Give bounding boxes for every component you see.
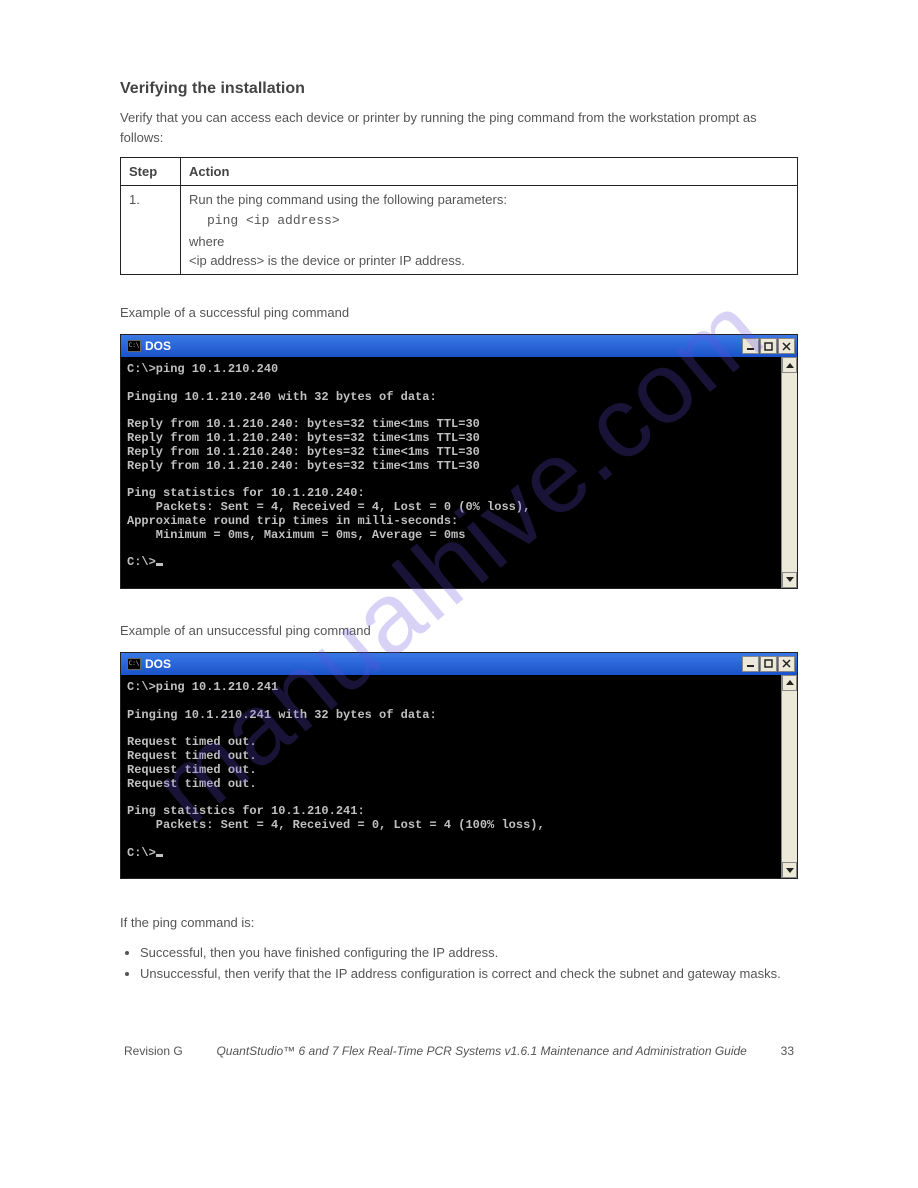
terminal-body: C:\>ping 10.1.210.241 Pinging 10.1.210.2… xyxy=(121,675,797,878)
window-title: DOS xyxy=(145,339,171,353)
minimize-button[interactable] xyxy=(742,656,759,672)
titlebar[interactable]: DOS xyxy=(121,653,797,675)
titlebar-buttons xyxy=(742,338,795,354)
list-item: Successful, then you have finished confi… xyxy=(140,943,798,964)
action-line-1: Run the ping command using the following… xyxy=(189,192,789,207)
titlebar-left: DOS xyxy=(123,339,171,353)
scroll-up-button[interactable] xyxy=(782,357,797,373)
action-line-2: <ip address> is the device or printer IP… xyxy=(189,253,789,268)
minimize-button[interactable] xyxy=(742,338,759,354)
vertical-scrollbar[interactable] xyxy=(781,675,797,878)
cell-step: 1. xyxy=(121,186,181,275)
dos-window-fail: DOS C:\>ping 10.1.210.241 Pinging 10.1.2… xyxy=(120,652,798,879)
window-title: DOS xyxy=(145,657,171,671)
cmd-icon xyxy=(127,658,141,670)
titlebar-buttons xyxy=(742,656,795,672)
maximize-button[interactable] xyxy=(760,338,777,354)
col-header-action: Action xyxy=(181,158,798,186)
titlebar-left: DOS xyxy=(123,657,171,671)
maximize-button[interactable] xyxy=(760,656,777,672)
titlebar[interactable]: DOS xyxy=(121,335,797,357)
footer-page-number: 33 xyxy=(781,1044,794,1058)
table-row: 1. Run the ping command using the follow… xyxy=(121,186,798,275)
footer-center: QuantStudio™ 6 and 7 Flex Real-Time PCR … xyxy=(183,1044,781,1058)
terminal-output-fail: C:\>ping 10.1.210.241 Pinging 10.1.210.2… xyxy=(121,675,781,878)
outcome-list: Successful, then you have finished confi… xyxy=(140,943,798,985)
intro-paragraph: Verify that you can access each device o… xyxy=(120,108,798,147)
footer-left: Revision G xyxy=(124,1044,183,1058)
col-header-step: Step xyxy=(121,158,181,186)
close-button[interactable] xyxy=(778,656,795,672)
cmd-icon xyxy=(127,340,141,352)
cell-action: Run the ping command using the following… xyxy=(181,186,798,275)
close-button[interactable] xyxy=(778,338,795,354)
terminal-body: C:\>ping 10.1.210.240 Pinging 10.1.210.2… xyxy=(121,357,797,588)
vertical-scrollbar[interactable] xyxy=(781,357,797,588)
page: manualhive.com Verifying the installatio… xyxy=(0,0,918,1118)
terminal-output-success: C:\>ping 10.1.210.240 Pinging 10.1.210.2… xyxy=(121,357,781,588)
section-heading: Verifying the installation xyxy=(120,80,798,98)
table-header-row: Step Action xyxy=(121,158,798,186)
notes-intro: If the ping command is: xyxy=(120,913,798,933)
page-footer: Revision G QuantStudio™ 6 and 7 Flex Rea… xyxy=(120,1044,798,1058)
scroll-down-button[interactable] xyxy=(782,572,797,588)
action-where: where xyxy=(189,234,789,249)
list-item: Unsuccessful, then verify that the IP ad… xyxy=(140,964,798,985)
fail-caption: Example of an unsuccessful ping command xyxy=(120,623,798,638)
action-command: ping <ip address> xyxy=(207,213,789,228)
dos-window-success: DOS C:\>ping 10.1.210.240 Pinging 10.1.2… xyxy=(120,334,798,589)
steps-table: Step Action 1. Run the ping command usin… xyxy=(120,157,798,275)
scroll-up-button[interactable] xyxy=(782,675,797,691)
success-caption: Example of a successful ping command xyxy=(120,305,798,320)
scroll-down-button[interactable] xyxy=(782,862,797,878)
